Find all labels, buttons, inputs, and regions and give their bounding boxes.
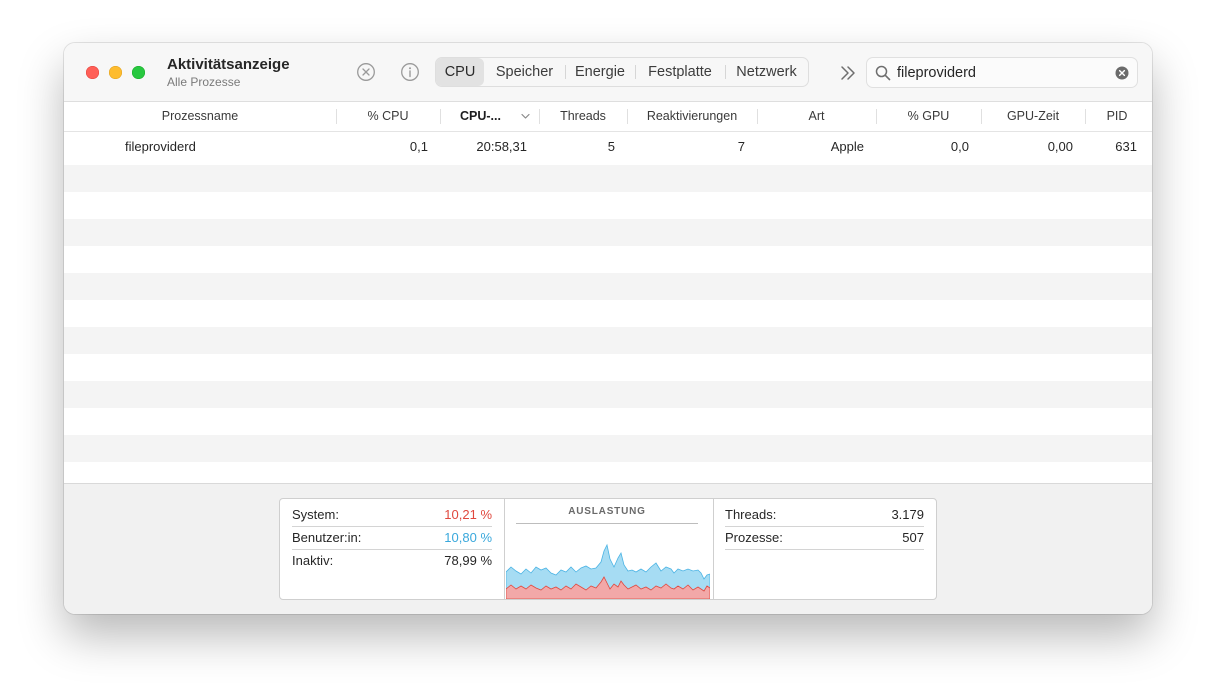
column-header-threads[interactable]: Threads: [539, 102, 627, 131]
stat-user-value: 10,80 %: [444, 530, 492, 545]
minimize-window-button[interactable]: [109, 66, 122, 79]
stat-processes: Prozesse: 507: [725, 527, 924, 550]
close-window-button[interactable]: [86, 66, 99, 79]
stat-system-value: 10,21 %: [444, 507, 492, 522]
column-header-pid[interactable]: PID: [1085, 102, 1149, 131]
sort-descending-icon: [521, 113, 530, 119]
cell-wakeups: 7: [737, 139, 745, 154]
stat-threads-label: Threads:: [725, 507, 777, 522]
column-header-gpu-zeit[interactable]: GPU-Zeit: [981, 102, 1085, 131]
cell-gpu-percent: 0,0: [950, 139, 969, 154]
stat-processes-value: 507: [902, 530, 924, 545]
tab-festplatte[interactable]: Festplatte: [635, 58, 725, 86]
process-count-stats: Threads: 3.179 Prozesse: 507: [713, 499, 936, 599]
toolbar: Aktivitätsanzeige Alle Prozesse CPU Spei…: [64, 43, 1152, 102]
cell-pid: 631: [1115, 139, 1137, 154]
stat-user-label: Benutzer:in:: [292, 530, 362, 545]
column-header-cpu-percent[interactable]: % CPU: [336, 102, 440, 131]
activity-monitor-window: Aktivitätsanzeige Alle Prozesse CPU Spei…: [64, 43, 1152, 614]
cell-cpu-percent: 0,1: [409, 139, 428, 154]
cpu-summary-panel: System: 10,21 % Benutzer:in: 10,80 % Ina…: [64, 483, 1152, 614]
category-tabs: CPU Speicher Energie Festplatte Netzwerk: [435, 57, 809, 87]
cell-cpu-time: 20:58,31: [476, 139, 527, 154]
column-header-gpu-percent[interactable]: % GPU: [876, 102, 981, 131]
stat-threads: Threads: 3.179: [725, 504, 924, 527]
empty-row: [64, 219, 1152, 246]
table-row[interactable]: fileproviderd 0,1 20:58,31 5 7 Apple 0,0…: [64, 133, 1152, 160]
stop-process-button[interactable]: [356, 62, 376, 82]
column-header-cpu-time[interactable]: CPU-...: [440, 102, 539, 131]
info-icon: [401, 63, 419, 81]
search-icon: [875, 65, 891, 81]
search-input[interactable]: [897, 58, 1097, 87]
stat-user: Benutzer:in: 10,80 %: [292, 527, 492, 550]
cell-kind: Apple: [830, 139, 864, 154]
zoom-window-button[interactable]: [132, 66, 145, 79]
stat-system-label: System:: [292, 507, 339, 522]
cpu-load-stats: System: 10,21 % Benutzer:in: 10,80 % Ina…: [280, 499, 505, 599]
cpu-load-graph-title: AUSLASTUNG: [516, 503, 698, 524]
clear-search-icon[interactable]: [1115, 66, 1129, 80]
empty-row: [64, 273, 1152, 300]
stat-idle-value: 78,99 %: [444, 553, 492, 568]
tab-cpu[interactable]: CPU: [436, 58, 484, 86]
stat-system: System: 10,21 %: [292, 504, 492, 527]
empty-row: [64, 381, 1152, 408]
column-header-reaktivierungen[interactable]: Reaktivierungen: [627, 102, 757, 131]
empty-row: [64, 435, 1152, 462]
window-title: Aktivitätsanzeige: [167, 56, 290, 73]
column-header-art[interactable]: Art: [757, 102, 876, 131]
tab-speicher[interactable]: Speicher: [484, 58, 565, 86]
empty-row: [64, 165, 1152, 192]
cell-process-name: fileproviderd: [125, 139, 196, 154]
stop-process-icon: [357, 63, 375, 81]
window-subtitle: Alle Prozesse: [167, 75, 241, 89]
process-table-header: Prozessname % CPU CPU-... Threads Reakti…: [64, 102, 1152, 132]
double-chevron-right-icon: [841, 66, 855, 80]
stat-idle-label: Inaktiv:: [292, 553, 334, 568]
process-table-body: fileproviderd 0,1 20:58,31 5 7 Apple 0,0…: [64, 133, 1152, 481]
cpu-load-graph-section: AUSLASTUNG: [504, 499, 714, 599]
tab-netzwerk[interactable]: Netzwerk: [725, 58, 808, 86]
stat-threads-value: 3.179: [891, 507, 924, 522]
tab-energie[interactable]: Energie: [565, 58, 635, 86]
cpu-load-graph: [506, 543, 710, 599]
cpu-stats-box: System: 10,21 % Benutzer:in: 10,80 % Ina…: [279, 498, 937, 600]
empty-row: [64, 327, 1152, 354]
info-button[interactable]: [400, 62, 420, 82]
more-toolbar-items-button[interactable]: [838, 63, 858, 83]
cell-threads: 5: [607, 139, 615, 154]
search-field[interactable]: [866, 57, 1138, 88]
cell-gpu-time: 0,00: [1047, 139, 1073, 154]
stat-idle: Inaktiv: 78,99 %: [292, 550, 492, 572]
column-header-cpu-time-label: CPU-...: [460, 109, 501, 123]
column-header-prozessname[interactable]: Prozessname: [64, 102, 336, 131]
stat-processes-label: Prozesse:: [725, 530, 783, 545]
